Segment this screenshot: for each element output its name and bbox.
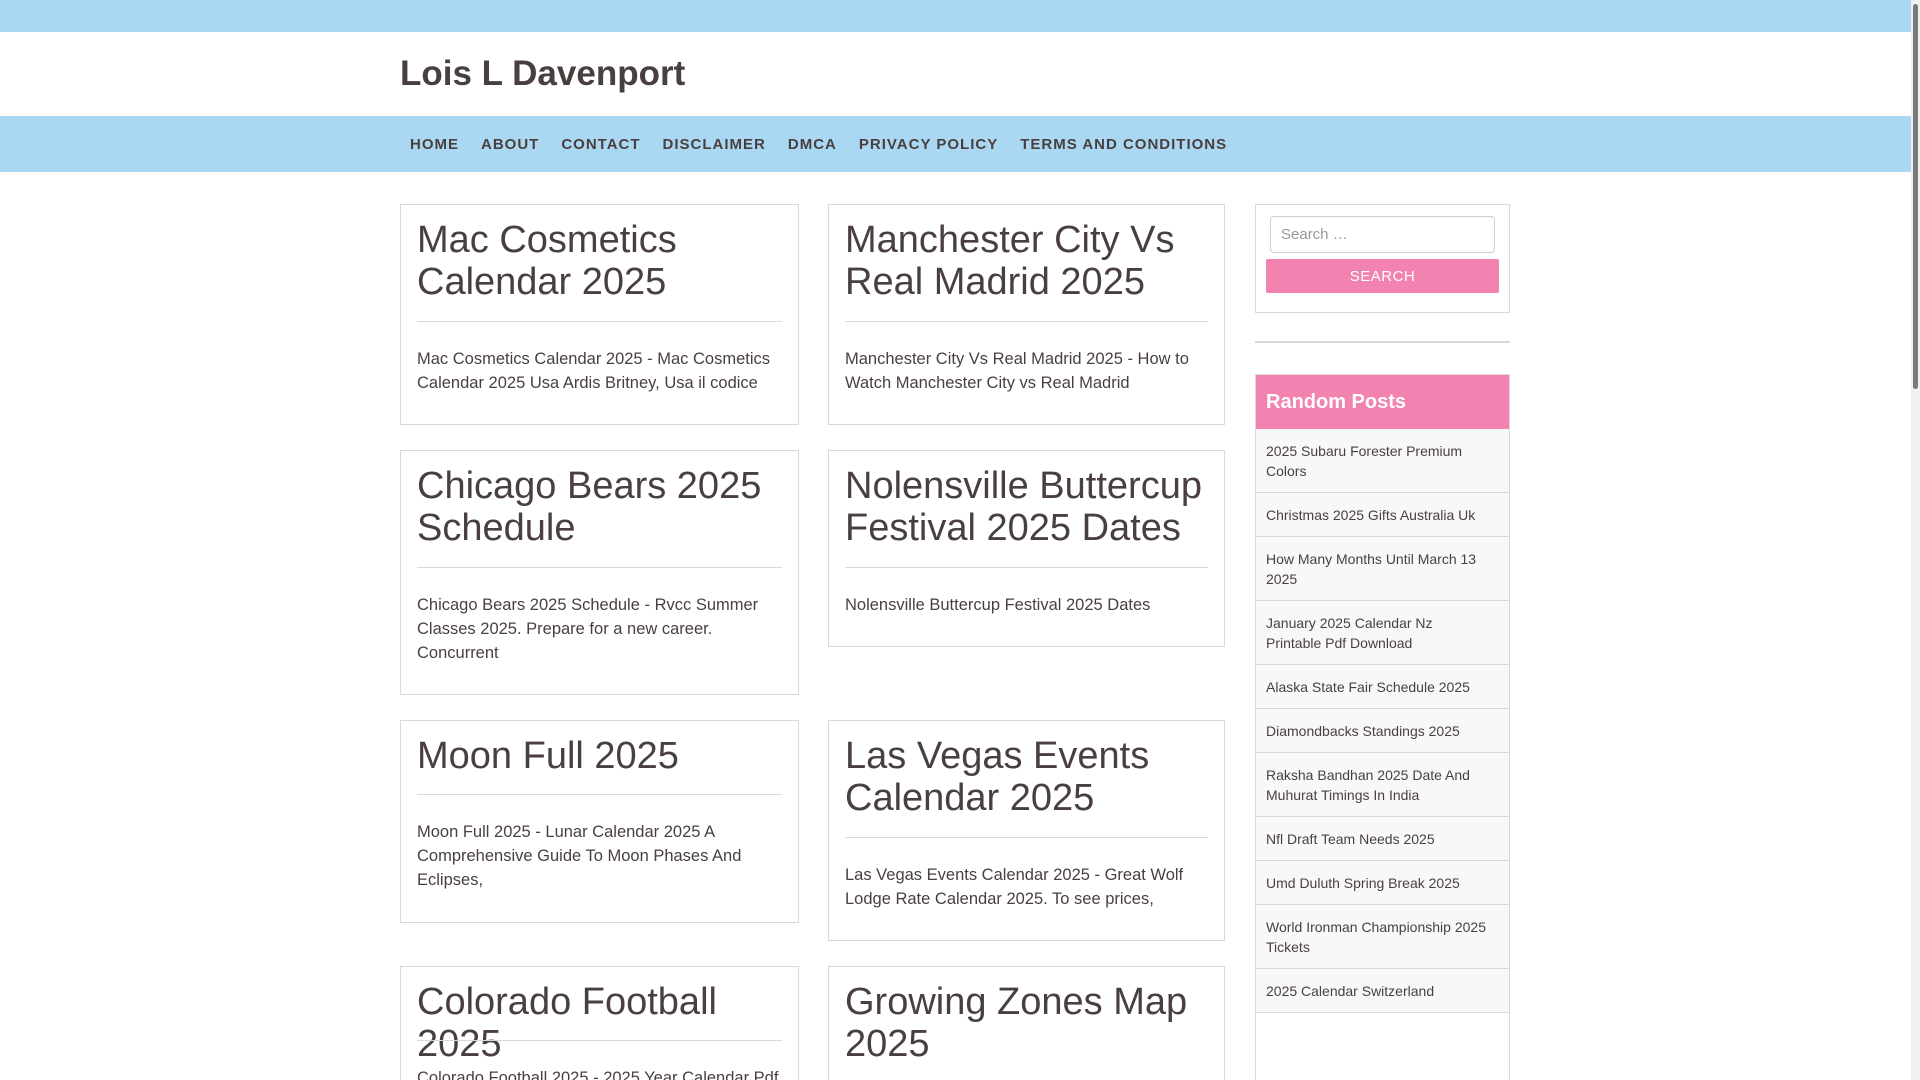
post-title[interactable]: Nolensville Buttercup Festival 2025 Date…	[845, 465, 1208, 549]
divider	[417, 1040, 782, 1041]
page-scrollbar[interactable]	[1911, 0, 1920, 1080]
post-excerpt: Chicago Bears 2025 Schedule - Rvcc Summe…	[417, 596, 759, 662]
post-title[interactable]: Las Vegas Events Calendar 2025	[845, 735, 1208, 819]
nav-item-contact[interactable]: CONTACT	[551, 136, 652, 153]
post-excerpt: Colorado Football 2025 - 2025 Year Calen…	[417, 1069, 779, 1080]
post-title[interactable]: Growing Zones Map 2025	[845, 981, 1208, 1065]
random-post-link[interactable]: 2025 Subaru Forester Premium Colors	[1256, 429, 1509, 493]
nav-item-disclaimer[interactable]: DISCLAIMER	[653, 136, 778, 153]
post-card: Growing Zones Map 2025	[828, 966, 1225, 1080]
random-post-link[interactable]: Alaska State Fair Schedule 2025	[1256, 665, 1509, 709]
post-title[interactable]: Chicago Bears 2025 Schedule	[417, 465, 782, 549]
site-title[interactable]: Lois L Davenport	[400, 54, 685, 94]
site-header	[0, 32, 1911, 116]
post-title[interactable]: Mac Cosmetics Calendar 2025	[417, 219, 782, 303]
post-excerpt: Manchester City Vs Real Madrid 2025 - Ho…	[845, 350, 1189, 392]
divider	[417, 567, 782, 568]
divider	[845, 567, 1208, 568]
nav-menu: HOME ABOUT CONTACT DISCLAIMER DMCA PRIVA…	[400, 116, 1239, 172]
post-card: Las Vegas Events Calendar 2025 Las Vegas…	[828, 720, 1225, 941]
main-navigation: HOME ABOUT CONTACT DISCLAIMER DMCA PRIVA…	[0, 116, 1911, 172]
random-post-link[interactable]: Umd Duluth Spring Break 2025	[1256, 861, 1509, 905]
divider	[845, 321, 1208, 322]
divider	[845, 837, 1208, 838]
random-post-link[interactable]: Raksha Bandhan 2025 Date And Muhurat Tim…	[1256, 753, 1509, 817]
random-post-link[interactable]: World Ironman Championship 2025 Tickets	[1256, 905, 1509, 969]
random-post-link[interactable]: Christmas 2025 Gifts Australia Uk	[1256, 493, 1509, 537]
post-title[interactable]: Colorado Football 2025	[417, 981, 782, 1065]
random-post-link[interactable]: How Many Months Until March 13 2025	[1256, 537, 1509, 601]
random-post-link[interactable]: 2025 Calendar Switzerland	[1256, 969, 1509, 1013]
random-post-link[interactable]: January 2025 Calendar Nz Printable Pdf D…	[1256, 601, 1509, 665]
divider	[417, 321, 782, 322]
random-posts-heading: Random Posts	[1256, 375, 1509, 429]
post-excerpt: Moon Full 2025 - Lunar Calendar 2025 A C…	[417, 823, 742, 889]
scrollbar-thumb[interactable]	[1913, 4, 1918, 389]
nav-item-about[interactable]: ABOUT	[471, 136, 551, 153]
search-button[interactable]: SEARCH	[1266, 259, 1499, 293]
search-widget: SEARCH	[1255, 204, 1510, 313]
post-title[interactable]: Moon Full 2025	[417, 735, 782, 777]
nav-item-terms-and-conditions[interactable]: TERMS AND CONDITIONS	[1010, 136, 1239, 153]
top-bar	[0, 0, 1911, 32]
nav-item-dmca[interactable]: DMCA	[778, 136, 849, 153]
random-posts-widget: Random Posts 2025 Subaru Forester Premiu…	[1255, 374, 1510, 1080]
divider	[1255, 341, 1510, 343]
random-post-link[interactable]: Diamondbacks Standings 2025	[1256, 709, 1509, 753]
post-card: Nolensville Buttercup Festival 2025 Date…	[828, 450, 1225, 647]
nav-item-home[interactable]: HOME	[400, 136, 471, 153]
post-card: Colorado Football 2025 Colorado Football…	[400, 966, 799, 1080]
post-card: Mac Cosmetics Calendar 2025 Mac Cosmetic…	[400, 204, 799, 425]
divider	[417, 794, 782, 795]
post-excerpt: Nolensville Buttercup Festival 2025 Date…	[845, 596, 1151, 614]
post-excerpt: Mac Cosmetics Calendar 2025 - Mac Cosmet…	[417, 350, 771, 392]
post-card: Chicago Bears 2025 Schedule Chicago Bear…	[400, 450, 799, 695]
random-post-link[interactable]: Nfl Draft Team Needs 2025	[1256, 817, 1509, 861]
post-card: Moon Full 2025 Moon Full 2025 - Lunar Ca…	[400, 720, 799, 923]
search-input[interactable]	[1270, 216, 1495, 253]
post-excerpt: Las Vegas Events Calendar 2025 - Great W…	[845, 866, 1184, 908]
post-title[interactable]: Manchester City Vs Real Madrid 2025	[845, 219, 1208, 303]
post-card: Manchester City Vs Real Madrid 2025 Manc…	[828, 204, 1225, 425]
nav-item-privacy-policy[interactable]: PRIVACY POLICY	[849, 136, 1010, 153]
